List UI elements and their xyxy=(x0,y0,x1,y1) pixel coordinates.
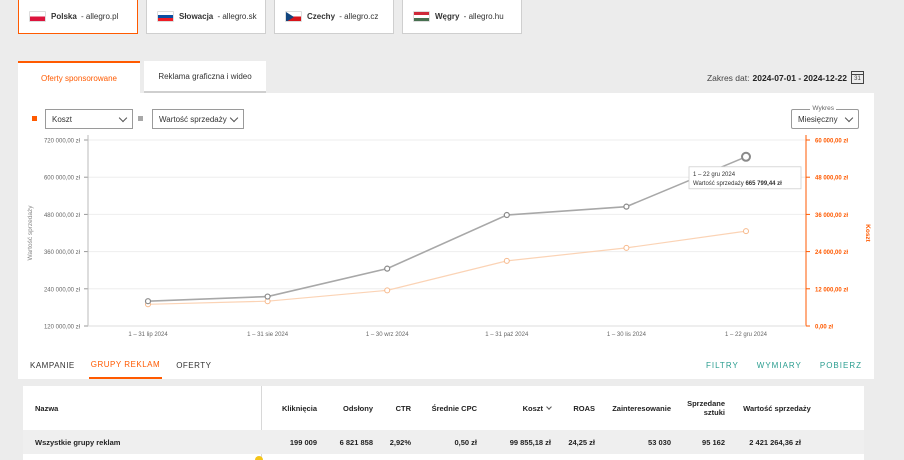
czechia-flag-icon xyxy=(285,11,302,22)
calendar-icon[interactable]: 31 xyxy=(851,71,864,84)
y-right-axis-label: Koszt xyxy=(864,224,871,243)
col-header-cpc[interactable]: Średnie CPC xyxy=(415,386,477,430)
date-range[interactable]: Zakres dat: 2024-07-01 - 2024-12-22 31 xyxy=(707,71,864,84)
tab-campaigns[interactable]: KAMPANIE xyxy=(28,351,77,379)
col-header-value[interactable]: Wartość sprzedaży xyxy=(741,386,813,430)
market-selector: Polska - allegro.pl Słowacja - allegro.s… xyxy=(18,0,522,38)
market-slovakia[interactable]: Słowacja - allegro.sk xyxy=(146,0,266,34)
cost-point xyxy=(743,228,749,235)
status-indicator-icon xyxy=(255,456,263,460)
cell-name: Wszystkie grupy reklam xyxy=(35,437,121,447)
market-country: Polska xyxy=(51,12,77,21)
cell-roas: 24,25 zł xyxy=(568,437,595,447)
market-sep: - xyxy=(461,12,469,21)
market-domain: allegro.hu xyxy=(468,12,504,21)
cell-value: 2 421 264,36 zł xyxy=(749,437,801,447)
poland-flag-icon xyxy=(29,11,46,22)
x-tick-label: 1 – 30 wrz 2024 xyxy=(366,332,409,338)
y-right-tick-label: 48 000,00 zł xyxy=(815,176,848,182)
cost-point xyxy=(623,244,630,251)
y-right-tick-label: 24 000,00 zł xyxy=(815,250,848,256)
y-left-tick-label: 120 000,00 zł xyxy=(44,325,81,331)
date-range-label: Zakres dat: xyxy=(706,72,750,83)
x-tick-label: 1 – 31 sie 2024 xyxy=(247,332,289,338)
tooltip-title: 1 – 22 gru 2024 xyxy=(693,172,736,178)
hungary-flag-icon xyxy=(413,11,430,22)
tab-display-video[interactable]: Reklama graficzna i wideo xyxy=(144,61,266,93)
col-header-cost[interactable]: Koszt xyxy=(493,386,552,430)
market-country: Słowacja xyxy=(179,12,214,21)
y-right-tick-label: 0,00 zł xyxy=(815,325,833,331)
table-row-total[interactable]: Wszystkie grupy reklam 199 009 6 821 858… xyxy=(23,430,864,454)
market-sep: - xyxy=(337,12,345,21)
sales-point xyxy=(623,203,630,210)
cell-views: 6 821 858 xyxy=(339,437,373,447)
sales-cost-line-chart: 120 000,00 zł 240 000,00 zł 360 000,00 zł 4… xyxy=(27,135,871,338)
x-tick-label: 1 – 22 gru 2024 xyxy=(725,332,768,338)
market-domain: allegro.cz xyxy=(344,12,379,21)
sales-series-line xyxy=(147,156,747,302)
cell-cost: 99 855,18 zł xyxy=(509,437,551,447)
cost-point xyxy=(384,287,391,294)
market-domain: allegro.pl xyxy=(85,12,119,21)
y-left-axis-label: Wartość sprzedaży xyxy=(27,205,34,261)
x-tick-label: 1 – 31 lip 2024 xyxy=(128,332,168,338)
x-tick-label: 1 – 30 lis 2024 xyxy=(607,332,647,338)
market-country: Węgry xyxy=(435,12,460,21)
col-header-clicks[interactable]: Kliknięcia xyxy=(261,386,317,430)
chart-panel: Koszt Wartość sprzedaży Wykres Miesięczn… xyxy=(18,93,874,351)
sales-point xyxy=(264,293,271,300)
results-section: KAMPANIE GRUPY REKLAM OFERTY FILTRY WYMI… xyxy=(18,351,874,460)
ad-groups-table: Nazwa Kliknięcia Odsłony CTR Średnie CPC… xyxy=(23,386,864,460)
y-left-tick-label: 360 000,00 zł xyxy=(44,250,81,256)
dimensions-button[interactable]: WYMIARY xyxy=(757,351,802,379)
y-left-tick-label: 480 000,00 zł xyxy=(44,213,81,219)
y-right-tick-label: 60 000,00 zł xyxy=(815,139,848,145)
cost-point xyxy=(503,257,510,264)
market-poland[interactable]: Polska - allegro.pl xyxy=(18,0,138,34)
col-header-roas[interactable]: ROAS xyxy=(553,386,595,430)
sales-point xyxy=(503,211,510,219)
table-container: Nazwa Kliknięcia Odsłony CTR Średnie CPC… xyxy=(18,379,874,460)
col-header-cost-label: Koszt xyxy=(522,403,543,413)
tab-ad-groups[interactable]: GRUPY REKLAM xyxy=(88,351,163,379)
cell-cpc: 0,50 zł xyxy=(454,437,477,447)
ad-type-tabs: Oferty sponsorowane Reklama graficzna i … xyxy=(18,55,874,93)
sort-down-icon xyxy=(546,403,552,410)
table-actions: FILTRY WYMIARY POBIERZ xyxy=(706,351,862,379)
filters-button[interactable]: FILTRY xyxy=(706,351,739,379)
col-header-ctr[interactable]: CTR xyxy=(375,386,411,430)
market-sep: - xyxy=(78,12,86,21)
tab-sponsored-offers[interactable]: Oferty sponsorowane xyxy=(18,61,140,93)
market-domain: allegro.sk xyxy=(222,12,257,21)
cell-interest: 53 030 xyxy=(648,437,671,447)
tab-offers[interactable]: OFERTY xyxy=(174,351,213,379)
market-czechia[interactable]: Czechy - allegro.cz xyxy=(274,0,394,34)
cell-sold: 95 162 xyxy=(702,437,725,447)
cell-ctr: 2,92% xyxy=(389,437,411,447)
result-level-tabs: KAMPANIE GRUPY REKLAM OFERTY xyxy=(28,351,214,379)
col-header-views[interactable]: Odsłony xyxy=(323,386,373,430)
date-range-value: 2024-07-01 - 2024-12-22 xyxy=(752,72,847,83)
slovakia-flag-icon xyxy=(157,11,174,22)
sales-point xyxy=(741,151,751,162)
market-country: Czechy xyxy=(307,12,336,21)
y-right-tick-label: 12 000,00 zł xyxy=(815,287,848,293)
tooltip-value-amount: 665 799,44 zł xyxy=(745,181,782,187)
y-left-tick-label: 600 000,00 zł xyxy=(44,176,81,182)
tooltip-value: Wartość sprzedaży 665 799,44 zł xyxy=(693,181,782,187)
col-header-name[interactable]: Nazwa xyxy=(35,386,58,430)
sales-point xyxy=(384,265,391,272)
y-right-tick-label: 36 000,00 zł xyxy=(815,213,848,219)
y-left-tick-label: 720 000,00 zł xyxy=(44,139,81,145)
sales-point xyxy=(144,298,152,305)
market-sep: - xyxy=(215,12,223,21)
x-tick-label: 1 – 31 paź 2024 xyxy=(485,332,529,338)
y-left-tick-label: 240 000,00 zł xyxy=(44,287,81,293)
cell-clicks: 199 009 xyxy=(289,437,317,447)
col-header-interest[interactable]: Zainteresowanie xyxy=(597,386,671,430)
col-header-sold[interactable]: Sprzedane sztuki xyxy=(677,386,725,430)
market-hungary[interactable]: Węgry - allegro.hu xyxy=(402,0,522,34)
download-button[interactable]: POBIERZ xyxy=(820,351,862,379)
